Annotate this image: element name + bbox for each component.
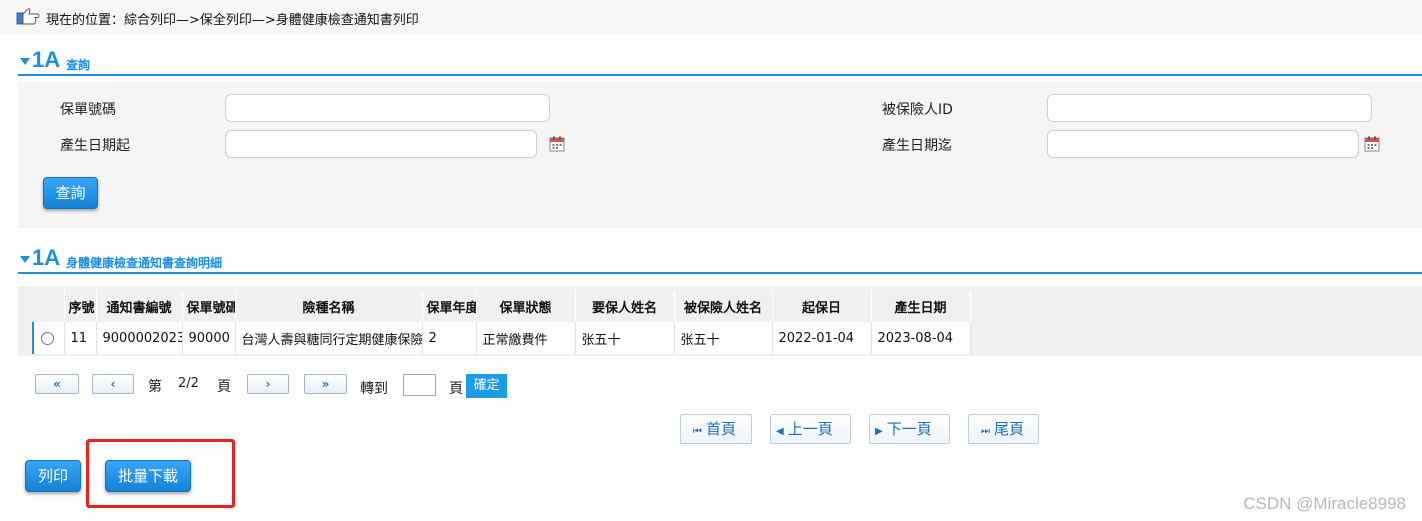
triangle-left-icon: ◀: [776, 426, 784, 437]
table-cell: 张五十: [575, 322, 675, 354]
nav-prev-label: 上一頁: [787, 420, 833, 438]
calendar-icon[interactable]: [549, 136, 565, 152]
watermark: CSDN @Miracle8998: [1243, 494, 1406, 513]
insured-id-input[interactable]: [1047, 94, 1372, 122]
goto-confirm-button[interactable]: 確定: [466, 374, 507, 398]
query-form: 保單號碼 被保險人ID 產生日期起 產生日期迄 查詢: [18, 82, 1422, 228]
section-badge: 1A: [32, 47, 61, 72]
date-from-input[interactable]: [225, 130, 537, 158]
annotation-highlight-box: [86, 439, 235, 508]
hand-pointer-icon: [16, 8, 40, 25]
section-title: 查詢: [66, 58, 91, 72]
nav-prev-button[interactable]: ◀ 上一頁: [770, 414, 851, 444]
table-cell: 正常繳費件: [476, 322, 576, 354]
page-prefix: 第: [148, 379, 162, 395]
result-table-area: 序號 通知書編號 保單號碼 險種名稱 保單年度 保單狀態 要保人姓名 被保險人姓…: [18, 286, 1422, 356]
column-header: 通知書編號: [96, 290, 183, 322]
date-to-label: 產生日期迄: [882, 138, 952, 154]
policy-no-input[interactable]: [225, 94, 550, 122]
next-page-button[interactable]: ›: [247, 374, 289, 394]
section-badge: 1A: [32, 245, 61, 270]
column-header: 起保日: [772, 290, 872, 322]
column-header: 產生日期: [871, 290, 971, 322]
skip-last-icon: ⏭: [981, 426, 990, 437]
breadcrumb: 現在的位置：綜合列印—>保全列印—>身體健康檢查通知書列印: [0, 0, 1422, 34]
column-header: 保單年度: [422, 290, 477, 322]
result-section-header: 1A 身體健康檢查通知書查詢明細: [18, 244, 1422, 274]
print-button[interactable]: 列印: [25, 460, 81, 492]
column-header-select: [32, 290, 65, 322]
table-cell: 2023-08-04: [871, 322, 971, 354]
row-select-cell[interactable]: [32, 322, 65, 354]
nav-last-label: 尾頁: [994, 420, 1025, 438]
last-page-button[interactable]: »: [304, 374, 347, 394]
calendar-icon[interactable]: [1364, 136, 1380, 152]
table-cell: 张五十: [674, 322, 773, 354]
nav-first-button[interactable]: ⏮ 首頁: [680, 414, 752, 444]
goto-suffix: 頁: [449, 381, 463, 397]
search-button[interactable]: 查詢: [43, 177, 98, 209]
breadcrumb-text: 現在的位置：綜合列印—>保全列印—>身體健康檢查通知書列印: [46, 13, 419, 28]
column-header: 保單號碼: [182, 290, 236, 322]
column-header: 要保人姓名: [575, 290, 675, 322]
page-suffix: 頁: [217, 379, 231, 395]
policy-no-label: 保單號碼: [60, 102, 116, 118]
table-cell: 2: [422, 322, 477, 354]
goto-page-input[interactable]: [403, 374, 436, 396]
nav-next-label: 下一頁: [886, 420, 932, 438]
table-cell: 11: [64, 322, 97, 354]
table-row[interactable]: 11 900000202308 90000 台灣人壽與糖同行定期健康保險 2 正…: [32, 322, 971, 354]
skip-first-icon: ⏮: [693, 426, 702, 437]
date-from-label: 產生日期起: [60, 138, 130, 154]
nav-last-button[interactable]: ⏭ 尾頁: [968, 414, 1039, 444]
column-header: 保單狀態: [476, 290, 576, 322]
prev-page-button[interactable]: ‹: [92, 374, 134, 394]
table-cell: 900000202308: [96, 322, 183, 354]
column-header: 序號: [64, 290, 97, 322]
table-cell: 台灣人壽與糖同行定期健康保險: [235, 322, 423, 354]
table-cell: 2022-01-04: [772, 322, 872, 354]
row-radio[interactable]: [41, 331, 55, 345]
section-title: 身體健康檢查通知書查詢明細: [66, 256, 223, 270]
date-to-input[interactable]: [1047, 130, 1359, 158]
result-table: 序號 通知書編號 保單號碼 險種名稱 保單年度 保單狀態 要保人姓名 被保險人姓…: [32, 290, 971, 354]
goto-label: 轉到: [360, 381, 388, 397]
nav-next-button[interactable]: ▶ 下一頁: [869, 414, 950, 444]
collapse-triangle-icon[interactable]: [20, 256, 30, 263]
triangle-right-icon: ▶: [875, 426, 883, 437]
column-header: 被保險人姓名: [674, 290, 773, 322]
insured-id-label: 被保險人ID: [882, 102, 953, 118]
first-page-button[interactable]: «: [35, 374, 79, 394]
nav-first-label: 首頁: [706, 420, 737, 438]
row-selection-marker: [32, 322, 34, 354]
column-header: 險種名稱: [235, 290, 423, 322]
page-indicator: 2/2: [178, 376, 199, 391]
collapse-triangle-icon[interactable]: [20, 58, 30, 65]
query-section-header: 1A 查詢: [18, 46, 1422, 76]
table-header-row: 序號 通知書編號 保單號碼 險種名稱 保單年度 保單狀態 要保人姓名 被保險人姓…: [32, 290, 971, 322]
table-cell: 90000: [182, 322, 236, 354]
